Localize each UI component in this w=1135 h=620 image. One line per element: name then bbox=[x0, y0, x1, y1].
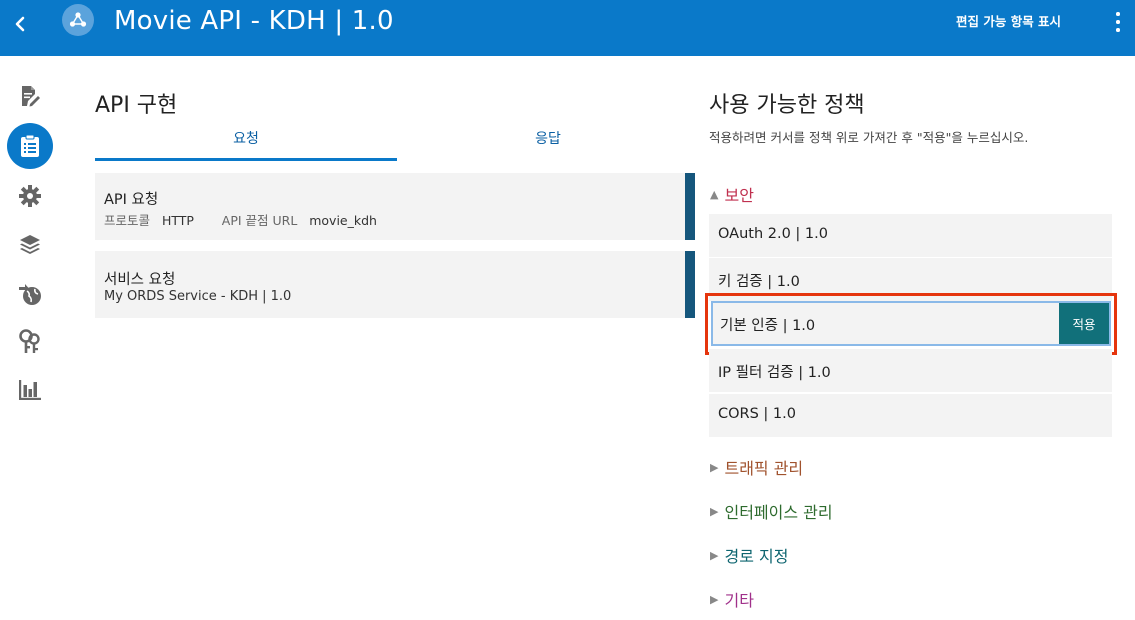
policy-group-traffic-label: 트래픽 관리 bbox=[724, 459, 804, 478]
policy-group-interface-label: 인터페이스 관리 bbox=[724, 503, 833, 522]
policy-item-oauth[interactable]: OAuth 2.0 | 1.0 bbox=[709, 213, 1112, 257]
rail-item-analytics[interactable] bbox=[6, 368, 54, 412]
policy-item-ip-filter[interactable]: IP 필터 검증 | 1.0 bbox=[709, 348, 1112, 392]
rail-item-api-implementation[interactable] bbox=[6, 123, 54, 169]
clipboard-list-icon bbox=[21, 134, 39, 157]
more-options-menu-icon[interactable] bbox=[1112, 10, 1124, 34]
rail-item-deployments[interactable] bbox=[6, 272, 54, 316]
api-implementation-title: API 구현 bbox=[95, 93, 178, 118]
policy-group-security[interactable]: ▲ 보안 bbox=[710, 182, 754, 206]
api-logo-icon bbox=[62, 4, 94, 36]
triangle-right-icon: ▶ bbox=[710, 460, 719, 474]
apply-button[interactable]: 적용 bbox=[1059, 303, 1109, 344]
api-request-details: 프로토콜 HTTP API 끝점 URL movie_kdh bbox=[104, 210, 377, 229]
bar-chart-icon bbox=[19, 380, 41, 400]
back-button[interactable] bbox=[8, 12, 32, 36]
policy-group-security-label: 보안 bbox=[724, 186, 754, 205]
tab-request[interactable]: 요청 bbox=[95, 128, 397, 161]
request-flow-marker bbox=[685, 251, 695, 318]
policy-group-routing[interactable]: ▶ 경로 지정 bbox=[710, 543, 788, 567]
document-edit-icon bbox=[22, 86, 40, 107]
globe-icon bbox=[19, 284, 41, 305]
triangle-right-icon: ▶ bbox=[710, 592, 719, 606]
service-request-detail: My ORDS Service - KDH | 1.0 bbox=[104, 289, 292, 304]
policy-item-basic-auth-highlight: 기본 인증 | 1.0 적용 bbox=[705, 293, 1117, 355]
rail-item-document-edit[interactable] bbox=[6, 74, 54, 118]
endpoint-url-value: movie_kdh bbox=[309, 213, 377, 228]
policy-group-traffic[interactable]: ▶ 트래픽 관리 bbox=[710, 455, 803, 479]
service-request-name: 서비스 요청 bbox=[104, 272, 176, 288]
request-flow-marker bbox=[685, 173, 695, 240]
keys-icon bbox=[19, 329, 40, 353]
top-header-bar: Movie API - KDH | 1.0 편집 가능 항목 표시 bbox=[0, 0, 1135, 56]
available-policies-description: 적용하려면 커서를 정책 위로 가져간 후 "적용"을 누르십시오. bbox=[709, 130, 1029, 145]
triangle-down-icon: ▲ bbox=[710, 187, 719, 201]
api-request-name: API 요청 bbox=[104, 192, 159, 208]
available-policies-title: 사용 가능한 정책 bbox=[709, 93, 865, 118]
policy-item-cors[interactable]: CORS | 1.0 bbox=[709, 393, 1112, 437]
page-title: Movie API - KDH | 1.0 bbox=[114, 6, 394, 36]
policy-group-other-label: 기타 bbox=[724, 591, 754, 610]
triangle-right-icon: ▶ bbox=[710, 504, 719, 518]
tab-response[interactable]: 응답 bbox=[397, 128, 699, 158]
service-request-card[interactable]: 서비스 요청 My ORDS Service - KDH | 1.0 bbox=[95, 251, 695, 318]
rail-item-layers[interactable] bbox=[6, 222, 54, 266]
gear-icon bbox=[19, 185, 41, 207]
rail-item-settings[interactable] bbox=[6, 174, 54, 218]
policy-group-other[interactable]: ▶ 기타 bbox=[710, 587, 754, 611]
protocol-value: HTTP bbox=[161, 213, 194, 228]
chevron-left-icon bbox=[15, 16, 25, 32]
policy-item-label: CORS | 1.0 bbox=[718, 406, 796, 422]
api-request-card[interactable]: API 요청 프로토콜 HTTP API 끝점 URL movie_kdh bbox=[95, 173, 695, 240]
policy-group-interface[interactable]: ▶ 인터페이스 관리 bbox=[710, 499, 833, 523]
endpoint-url-label: API 끝점 URL bbox=[221, 213, 298, 228]
layers-icon bbox=[20, 235, 40, 254]
policy-item-label: 키 검증 | 1.0 bbox=[718, 274, 800, 290]
policy-item-label: IP 필터 검증 | 1.0 bbox=[718, 365, 831, 381]
show-editable-items-link[interactable]: 편집 가능 항목 표시 bbox=[956, 11, 1061, 30]
policy-group-routing-label: 경로 지정 bbox=[724, 547, 789, 566]
rail-item-grants[interactable] bbox=[6, 320, 54, 364]
policy-item-label: OAuth 2.0 | 1.0 bbox=[718, 226, 828, 242]
protocol-label: 프로토콜 bbox=[104, 213, 151, 228]
triangle-right-icon: ▶ bbox=[710, 548, 719, 562]
policy-item-basic-auth[interactable]: 기본 인증 | 1.0 적용 bbox=[711, 301, 1111, 346]
policy-item-label: 기본 인증 | 1.0 bbox=[720, 318, 816, 334]
